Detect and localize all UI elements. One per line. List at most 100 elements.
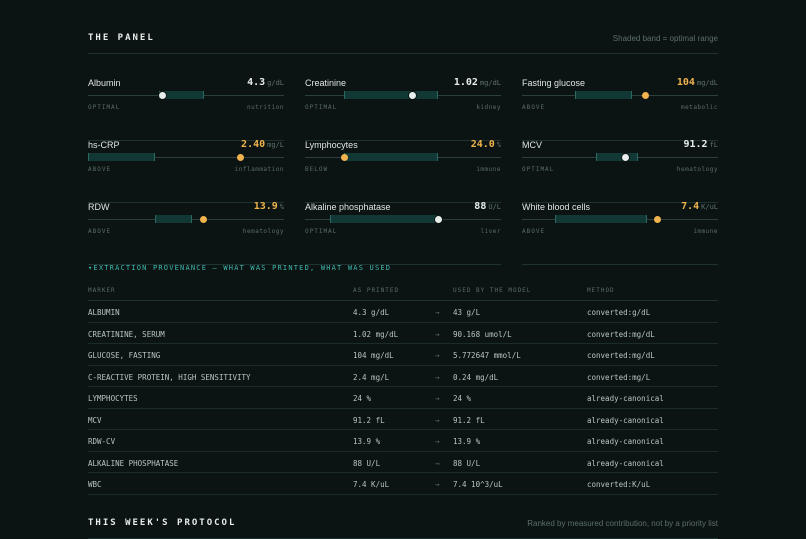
marker-value: 13.9% [254,201,284,212]
arrow-icon: → [435,415,440,425]
optimal-band [344,153,439,161]
row-method: already-canonical [587,437,664,446]
marker-system: nutrition [246,104,284,111]
arrow-icon: → [435,394,440,403]
value-marker-dot [340,154,348,161]
provenance-rows: ALBUMIN 4.3 g/dL → 43 g/L converted:g/dL CREA… [88,301,718,495]
row-marker: MCV [88,415,102,425]
arrow-icon: → [435,437,440,446]
marker-name: Albumin [88,78,121,88]
marker-name: Lymphocytes [305,140,358,150]
col-method-header: METHOD [587,287,615,294]
marker-card[interactable]: Albumin 4.3 g/dL OPTIMAL nutrition [88,77,284,141]
range-track [522,153,718,161]
marker-value-number: 88 [474,201,487,212]
row-used: 91.2 fL [453,415,485,425]
marker-value: 104 mg/dL [677,77,718,88]
row-method: already-canonical [587,394,664,403]
row-method: converted:mg/dL [587,351,655,360]
optimal-band [596,153,638,161]
row-used: 13.9 % [453,437,481,446]
marker-status: ABOVE [88,166,112,173]
marker-system: inflammation [234,166,284,173]
row-used: 7.4 10^3/uL [453,480,503,489]
marker-card[interactable]: Alkaline phosphatase 88 U/L OPTIMAL liver [305,201,501,265]
row-method: converted:mg/L [587,372,651,382]
provenance-table-header: MARKER AS PRINTED USED BY THE MODEL METH… [88,284,718,301]
provenance-toggle[interactable]: ▾EXTRACTION PROVENANCE — WHAT WAS PRINTE… [88,264,391,272]
col-printed-header: AS PRINTED [353,287,400,294]
provenance-table: MARKER AS PRINTED USED BY THE MODEL METH… [88,284,718,495]
marker-unit: % [279,203,284,211]
marker-name: MCV [522,140,542,150]
marker-unit: mg/dL [479,79,501,87]
protocol-header: THIS WEEK'S PROTOCOL Ranked by measured … [88,518,718,539]
value-marker-dot [158,92,166,99]
marker-value: 7.4 K/uL [681,201,718,212]
provenance-row: ALBUMIN 4.3 g/dL → 43 g/L converted:g/dL [88,301,718,323]
marker-value-number: 91.2 [683,139,708,150]
range-track [305,153,501,161]
marker-card[interactable]: White blood cells 7.4 K/uL ABOVE immune [522,201,718,265]
marker-value-number: 7.4 [681,201,700,212]
row-method: converted:mg/dL [587,329,655,339]
row-printed: 24 % [353,394,372,403]
optimal-band [555,215,648,223]
marker-card[interactable]: hs-CRP 2.40 mg/L ABOVE inflammation [88,139,284,203]
row-printed: 13.9 % [353,437,381,446]
marker-system: liver [480,228,501,235]
marker-card[interactable]: Lymphocytes 24.0% BELOW immune [305,139,501,203]
marker-card[interactable]: Creatinine 1.02 mg/dL OPTIMAL kidney [305,77,501,141]
provenance-row: ALKALINE PHOSPHATASE 88 U/L → 88 U/L already… [88,452,718,473]
row-used: 0.24 mg/dL [453,372,499,382]
marker-system: immune [476,166,501,173]
provenance-row: C-REACTIVE PROTEIN, HIGH SENSITIVITY 2.4 … [88,366,718,387]
panel-header: THE PANEL Shaded band = optimal range [88,33,718,54]
marker-system: kidney [476,104,501,111]
row-marker: CREATININE, SERUM [88,329,165,339]
range-track [305,215,501,223]
arrow-icon: → [435,351,440,360]
row-marker: RDW-CV [88,437,116,446]
row-marker: WBC [88,480,102,489]
marker-status: ABOVE [522,228,546,235]
arrow-icon: → [435,480,440,489]
optimal-band [344,91,439,99]
marker-value: 2.40 mg/L [241,139,284,150]
row-method: already-canonical [587,415,664,425]
marker-card[interactable]: Fasting glucose 104 mg/dL ABOVE metabolic [522,77,718,141]
range-track [305,91,501,99]
marker-name: White blood cells [522,202,591,212]
marker-status: OPTIMAL [522,166,555,173]
optimal-band [574,91,632,99]
row-printed: 4.3 g/dL [353,308,390,317]
marker-value: 91.2 fL [683,139,718,150]
marker-unit: U/L [488,203,501,211]
row-marker: ALBUMIN [88,308,120,317]
row-marker: C-REACTIVE PROTEIN, HIGH SENSITIVITY [88,372,251,382]
marker-unit: mg/dL [696,79,718,87]
marker-system: immune [693,228,718,235]
marker-status: ABOVE [88,228,112,235]
row-printed: 104 mg/dL [353,351,394,360]
row-used: 88 U/L [453,458,481,468]
marker-value-number: 104 [676,77,695,88]
optimal-band [88,153,155,161]
marker-card[interactable]: MCV 91.2 fL OPTIMAL hematology [522,139,718,203]
optimal-band [330,215,441,223]
row-printed: 2.4 mg/L [353,372,390,382]
optimal-band [154,215,192,223]
range-track [88,153,284,161]
marker-card[interactable]: RDW 13.9% ABOVE hematology [88,201,284,265]
panel-legend-note: Shaded band = optimal range [612,34,718,43]
row-printed: 88 U/L [353,458,381,468]
row-used: 90.168 umol/L [453,329,512,339]
value-marker-dot [200,216,208,223]
col-marker-header: MARKER [88,287,116,294]
row-used: 5.772647 mmol/L [453,351,521,360]
row-method: already-canonical [587,458,664,468]
marker-value: 24.0% [471,139,501,150]
marker-unit: mg/L [267,141,284,149]
marker-name: RDW [88,202,110,212]
provenance-row: GLUCOSE, FASTING 104 mg/dL → 5.772647 mmol/… [88,344,718,366]
